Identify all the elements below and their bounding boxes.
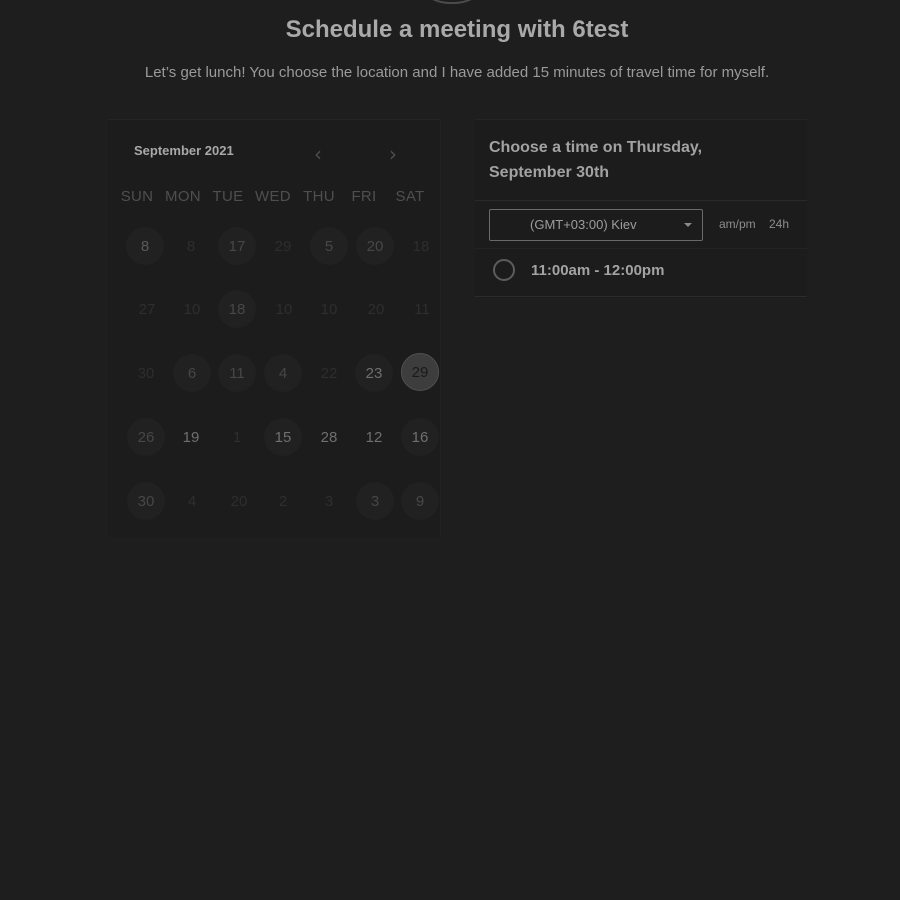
format-ampm-toggle[interactable]: am/pm [719,217,756,231]
calendar-day[interactable]: 5 [310,227,348,265]
caret-down-icon [684,223,692,227]
calendar-panel [108,119,441,537]
calendar-day: 30 [137,364,155,382]
divider [475,296,807,297]
calendar-day: 22 [320,364,338,382]
weekday-tue: TUE [212,188,244,205]
selected-day[interactable]: 29 [401,353,439,391]
timezone-value: (GMT+03:00) Kiev [530,217,637,232]
weekday-sun: SUN [120,188,154,205]
calendar-day[interactable]: 11 [218,354,256,392]
chevron-right-icon[interactable]: › [389,142,397,166]
calendar-day: 1 [232,428,242,446]
weekday-mon: MON [165,188,201,205]
calendar-day: 29 [274,237,292,255]
calendar-day[interactable]: 19 [172,418,210,456]
calendar-day[interactable]: 12 [355,418,393,456]
page-subtitle: Let’s get lunch! You choose the location… [144,64,770,81]
time-slot-radio[interactable] [493,259,515,281]
calendar-day: 20 [230,492,248,510]
calendar-day[interactable]: 17 [218,227,256,265]
calendar-day[interactable]: 9 [401,482,439,520]
divider [475,200,807,201]
timezone-select[interactable]: (GMT+03:00) Kiev [489,209,703,241]
calendar-day: 10 [183,300,201,318]
calendar-day: 8 [186,237,196,255]
calendar-day[interactable]: 4 [264,354,302,392]
time-panel-heading: Choose a time on Thursday, September 30t… [489,139,703,181]
calendar-day[interactable]: 20 [356,227,394,265]
calendar-day[interactable]: 3 [356,482,394,520]
calendar-day: 2 [278,492,288,510]
calendar-day: 27 [138,300,156,318]
calendar-day: 3 [324,492,334,510]
calendar-day[interactable]: 23 [355,354,393,392]
calendar-day: 10 [275,300,293,318]
calendar-day[interactable]: 26 [127,418,165,456]
chevron-left-icon[interactable]: ‹ [314,142,322,166]
weekday-sat: SAT [395,188,425,205]
calendar-day[interactable]: 15 [264,418,302,456]
format-24h-toggle[interactable]: 24h [769,217,789,231]
calendar-day: 10 [320,300,338,318]
host-avatar [410,0,494,4]
weekday-wed: WED [255,188,291,205]
month-label: September 2021 [134,143,234,158]
calendar-day[interactable]: 6 [173,354,211,392]
calendar-day[interactable]: 30 [127,482,165,520]
calendar-day: 11 [414,300,430,318]
calendar-day[interactable]: 28 [310,418,348,456]
calendar-day[interactable]: 16 [401,418,439,456]
calendar-day[interactable]: 8 [126,227,164,265]
weekday-fri: FRI [351,188,377,205]
time-slot-label[interactable]: 11:00am - 12:00pm [531,262,664,279]
weekday-thu: THU [303,188,335,205]
divider [475,248,807,249]
page-title: Schedule a meeting with 6test [285,16,629,43]
calendar-day: 20 [367,300,385,318]
calendar-day: 18 [412,237,430,255]
calendar-day: 4 [187,492,197,510]
calendar-day[interactable]: 18 [218,290,256,328]
